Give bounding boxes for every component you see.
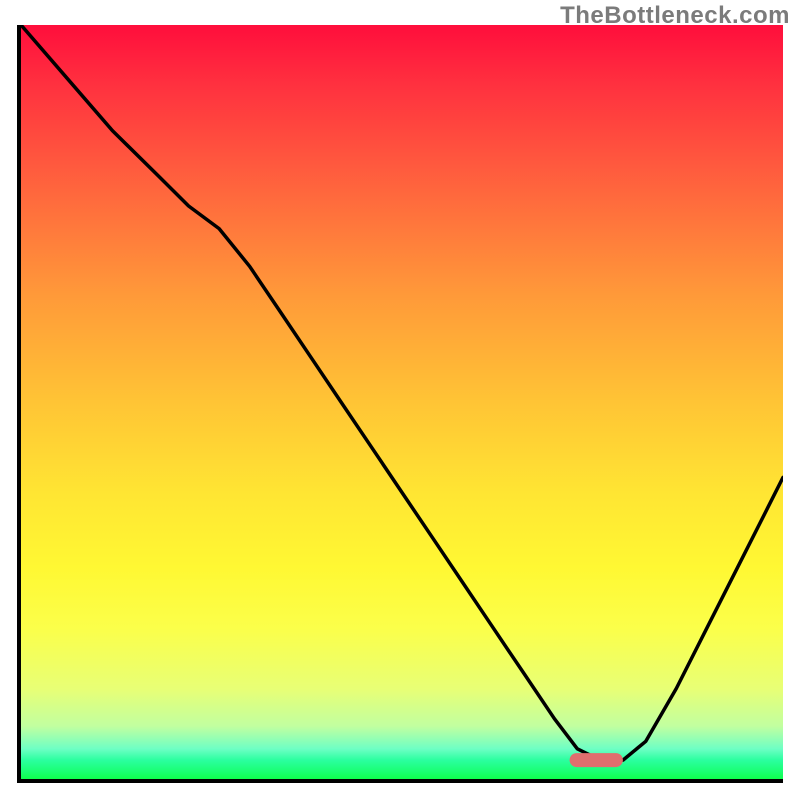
chart-container: TheBottleneck.com xyxy=(0,0,800,800)
plot-frame xyxy=(17,25,783,783)
bottleneck-curve xyxy=(21,25,783,760)
chart-svg xyxy=(21,25,783,779)
optimal-marker xyxy=(570,753,623,767)
